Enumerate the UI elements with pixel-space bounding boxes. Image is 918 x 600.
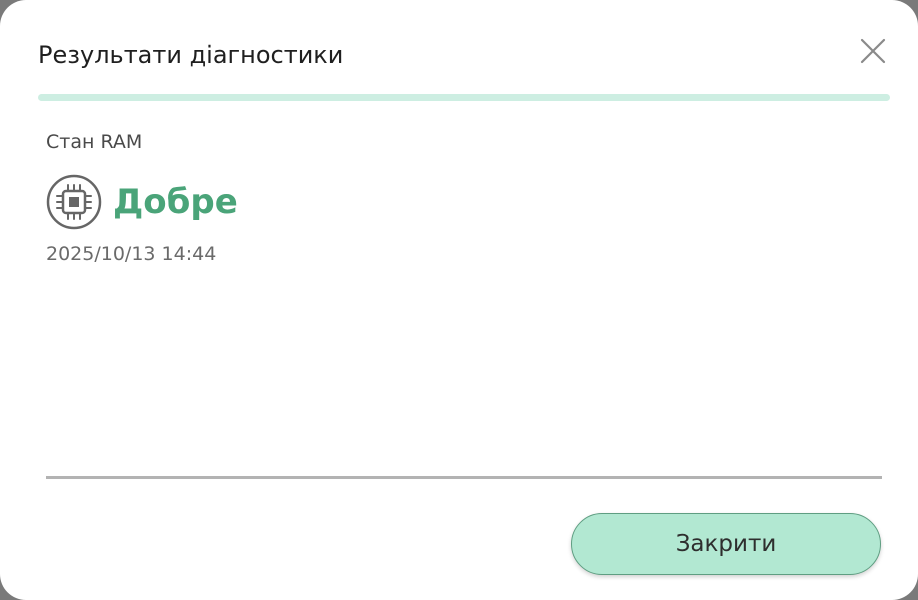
diagnostic-timestamp: 2025/10/13 14:44 — [46, 243, 217, 265]
title-divider — [38, 94, 890, 101]
close-button[interactable]: Закрити — [571, 513, 881, 575]
ram-state-label: Стан RAM — [46, 131, 143, 153]
dialog-title: Результати діагностики — [38, 41, 344, 69]
footer-divider — [46, 476, 882, 479]
status-row: Добре — [46, 174, 238, 230]
memory-chip-icon — [46, 174, 102, 230]
ram-status-value: Добре — [113, 182, 238, 222]
close-icon[interactable] — [858, 36, 888, 66]
diagnostics-dialog: Результати діагностики Стан RAM Добре 20… — [0, 0, 918, 600]
